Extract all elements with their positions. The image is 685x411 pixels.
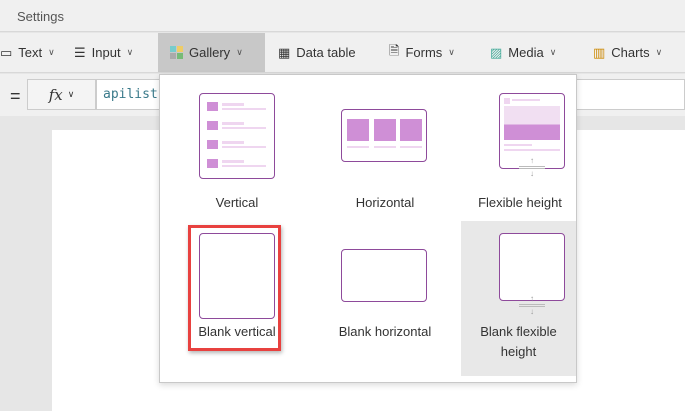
chevron-down-icon: ∨: [67, 89, 75, 99]
blank-horizontal-icon: [341, 249, 427, 302]
fx-button[interactable]: fx ∨: [27, 79, 96, 110]
gallery-option-flexible-height[interactable]: ↑ ↓ Flexible height: [460, 85, 576, 210]
resize-arrows-icon: ↑ ↓: [519, 157, 545, 178]
charts-menu-button[interactable]: ▥ Charts ∨: [587, 33, 668, 72]
chevron-down-icon: ∨: [549, 47, 557, 57]
gallery-option-blank-flexible-height[interactable]: ↑ ↓ Blank flexible height: [461, 225, 576, 375]
vertical-gallery-icon: [199, 93, 275, 179]
image-icon: ▨: [490, 44, 503, 60]
data-table-button[interactable]: ▦ Data table: [272, 33, 362, 72]
gallery-option-horizontal[interactable]: Horizontal: [315, 85, 455, 210]
insert-toolbar: ▭ Text ∨ ☰ Input ∨ Gallery ∨ ▦ Data table 🗎 For…: [0, 33, 685, 73]
gallery-option-vertical[interactable]: Vertical: [165, 85, 305, 210]
text-icon: ▭: [0, 44, 13, 60]
chart-icon: ▥: [593, 44, 606, 60]
resize-arrows-icon: ↑ ↓: [519, 295, 545, 316]
text-menu-button[interactable]: ▭ Text ∨: [0, 33, 61, 72]
table-icon: ▦: [278, 44, 291, 60]
option-label: Flexible height: [478, 195, 562, 210]
highlight-box: [188, 225, 281, 351]
option-label: Blank flexible height: [480, 324, 557, 359]
form-icon: 🗎: [389, 42, 400, 58]
option-label: Vertical: [215, 195, 259, 210]
gallery-option-blank-horizontal[interactable]: Blank horizontal: [315, 225, 455, 350]
option-label: Blank horizontal: [338, 324, 432, 339]
equals-sign: =: [10, 86, 21, 106]
forms-menu-button[interactable]: 🗎 Forms ∨: [383, 33, 461, 72]
chevron-down-icon: ∨: [655, 47, 663, 57]
settings-title: Settings: [17, 9, 64, 24]
option-label: Horizontal: [355, 195, 415, 210]
horizontal-gallery-icon: [341, 109, 427, 162]
settings-bar: Settings: [0, 0, 685, 32]
media-menu-button[interactable]: ▨ Media ∨: [484, 33, 562, 72]
fx-icon: fx: [48, 85, 63, 104]
blank-flexible-height-icon: [499, 233, 565, 301]
chevron-down-icon: ∨: [126, 47, 134, 57]
input-menu-button[interactable]: ☰ Input ∨: [68, 33, 139, 72]
gallery-icon: [170, 46, 183, 59]
chevron-down-icon: ∨: [236, 47, 243, 57]
chevron-down-icon: ∨: [48, 47, 55, 57]
sliders-icon: ☰: [74, 44, 86, 60]
chevron-down-icon: ∨: [448, 47, 455, 57]
gallery-dropdown: Vertical Horizontal ↑ ↓ Flexible height B…: [159, 74, 577, 383]
gallery-menu-button[interactable]: Gallery ∨: [158, 33, 265, 72]
